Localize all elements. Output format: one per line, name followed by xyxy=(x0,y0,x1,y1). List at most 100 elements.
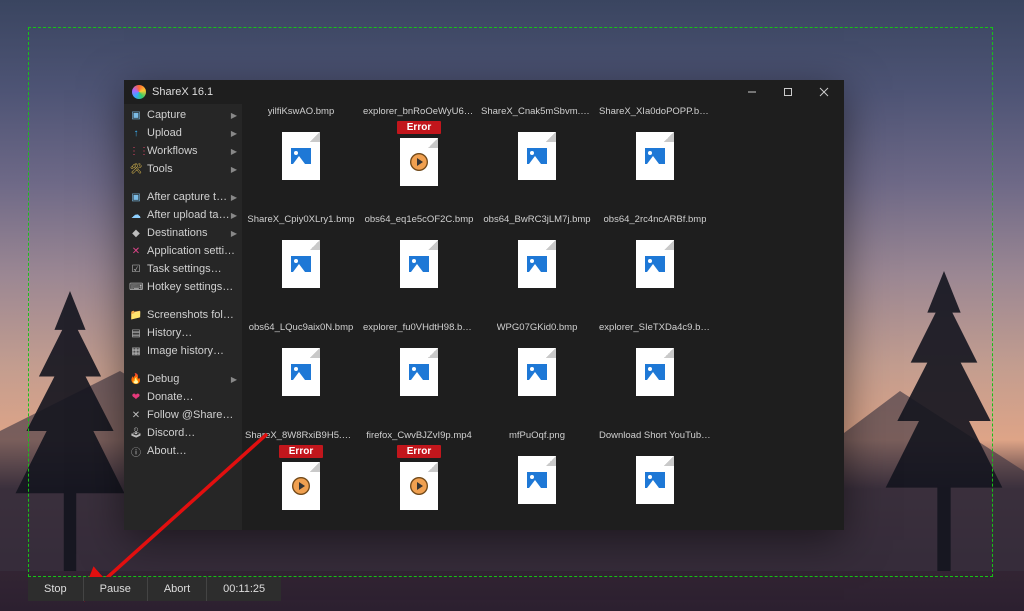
gallery-item[interactable]: WPG07GKid0.bmp xyxy=(478,320,596,428)
sidebar-item[interactable]: ▣Capture▶ xyxy=(124,106,242,124)
menu-label: Screenshots folder… xyxy=(147,309,237,321)
menu-label: Application settings… xyxy=(147,245,237,257)
submenu-arrow-icon: ▶ xyxy=(231,229,237,238)
file-name: ShareX_Cpiy0XLry1.bmp xyxy=(247,212,354,228)
image-file-icon xyxy=(636,456,674,504)
menu-icon: ▦ xyxy=(129,346,143,357)
image-file-icon xyxy=(400,240,438,288)
gallery-item[interactable]: mfPuOqf.png xyxy=(478,428,596,530)
sidebar-item[interactable]: ⓘ About… xyxy=(124,442,242,460)
gallery-item[interactable]: obs64_BwRC3jLM7j.bmp xyxy=(478,212,596,320)
menu-icon: ☑ xyxy=(129,264,143,275)
image-file-icon xyxy=(282,348,320,396)
image-file-icon xyxy=(636,132,674,180)
sidebar-item[interactable]: 🕹 Discord… xyxy=(124,424,242,442)
menu-label: History… xyxy=(147,327,237,339)
gallery-item[interactable]: Download Short YouTube … xyxy=(596,428,714,530)
stop-button[interactable]: Stop xyxy=(28,577,84,601)
sidebar: ▣Capture▶↑Upload▶⋮⋮Workflows▶🛠Tools▶ ▣ Aft… xyxy=(124,104,242,530)
menu-icon: ▣ xyxy=(129,110,143,121)
menu-icon: ↑ xyxy=(129,128,143,139)
image-file-icon xyxy=(518,348,556,396)
gallery-item[interactable]: ShareX_8W8RxiB9H5.mp4Error xyxy=(242,428,360,530)
menu-label: Hotkey settings… xyxy=(147,281,237,293)
error-badge: Error xyxy=(279,445,323,458)
menu-icon: ✕ xyxy=(129,410,143,421)
gallery-item[interactable]: explorer_fu0VHdtH98.bmp xyxy=(360,320,478,428)
recording-timer: 00:11:25 xyxy=(207,577,281,601)
menu-icon: ⋮⋮ xyxy=(129,146,143,157)
sidebar-item[interactable]: ◆ Destinations▶ xyxy=(124,224,242,242)
menu-icon: 🕹 xyxy=(129,428,143,439)
submenu-arrow-icon: ▶ xyxy=(231,193,237,202)
sidebar-item[interactable]: ▤ History… xyxy=(124,324,242,342)
gallery-item[interactable]: explorer_bnRoOeWyU6.mp4Error xyxy=(360,104,478,212)
close-button[interactable] xyxy=(806,80,842,104)
recording-control-bar: Stop Pause Abort 00:11:25 xyxy=(28,577,281,601)
menu-label: Discord… xyxy=(147,427,237,439)
sharex-window: ShareX 16.1 ▣Capture▶↑Upload▶⋮⋮Workflows… xyxy=(124,80,844,530)
file-name: explorer_SIeTXDa4c9.bmp xyxy=(599,320,711,336)
sidebar-item[interactable]: ⋮⋮Workflows▶ xyxy=(124,142,242,160)
sidebar-item[interactable]: ▣ After capture tasks▶ xyxy=(124,188,242,206)
menu-label: Task settings… xyxy=(147,263,237,275)
error-badge: Error xyxy=(397,445,441,458)
gallery-item[interactable]: obs64_2rc4ncARBf.bmp xyxy=(596,212,714,320)
menu-icon: ⓘ xyxy=(129,444,143,459)
menu-label: Tools xyxy=(147,163,231,175)
gallery-item[interactable]: obs64_eq1e5cOF2C.bmp xyxy=(360,212,478,320)
sidebar-item[interactable]: 📁 Screenshots folder… xyxy=(124,306,242,324)
gallery-item[interactable]: obs64_LQuc9aix0N.bmp xyxy=(242,320,360,428)
image-file-icon xyxy=(518,132,556,180)
menu-icon: ❤ xyxy=(129,392,143,403)
image-file-icon xyxy=(636,240,674,288)
minimize-button[interactable] xyxy=(734,80,770,104)
menu-icon: ▣ xyxy=(129,192,143,203)
gallery-item[interactable]: ShareX_Cpiy0XLry1.bmp xyxy=(242,212,360,320)
sidebar-item[interactable]: 🛠Tools▶ xyxy=(124,160,242,178)
video-file-icon xyxy=(400,138,438,186)
sidebar-item[interactable]: ☑ Task settings… xyxy=(124,260,242,278)
menu-icon: 📁 xyxy=(129,310,143,321)
sidebar-item[interactable]: ↑Upload▶ xyxy=(124,124,242,142)
menu-icon: ⌨ xyxy=(129,282,143,293)
window-title: ShareX 16.1 xyxy=(152,86,213,98)
abort-button[interactable]: Abort xyxy=(148,577,207,601)
file-name: obs64_2rc4ncARBf.bmp xyxy=(604,212,707,228)
menu-label: Donate… xyxy=(147,391,237,403)
menu-label: Image history… xyxy=(147,345,237,357)
gallery: yilfiKswAO.bmpexplorer_bnRoOeWyU6.mp4Err… xyxy=(242,104,844,530)
menu-label: About… xyxy=(147,445,237,457)
menu-label: Follow @ShareX… xyxy=(147,409,237,421)
image-file-icon xyxy=(636,348,674,396)
sidebar-item[interactable]: ❤ Donate… xyxy=(124,388,242,406)
gallery-item[interactable]: yilfiKswAO.bmp xyxy=(242,104,360,212)
menu-label: After capture tasks xyxy=(147,191,231,203)
file-name: obs64_eq1e5cOF2C.bmp xyxy=(365,212,474,228)
submenu-arrow-icon: ▶ xyxy=(231,375,237,384)
menu-icon: 🔥 xyxy=(129,374,143,385)
menu-icon: ◆ xyxy=(129,228,143,239)
sidebar-item[interactable]: ✕Application settings… xyxy=(124,242,242,260)
maximize-button[interactable] xyxy=(770,80,806,104)
pause-button[interactable]: Pause xyxy=(84,577,148,601)
error-badge: Error xyxy=(397,121,441,134)
submenu-arrow-icon: ▶ xyxy=(231,147,237,156)
gallery-item[interactable]: ShareX_Cnak5mSbvm.bmp xyxy=(478,104,596,212)
sidebar-item[interactable]: ⌨ Hotkey settings… xyxy=(124,278,242,296)
sidebar-item[interactable]: ✕ Follow @ShareX… xyxy=(124,406,242,424)
menu-label: Destinations xyxy=(147,227,231,239)
menu-icon: ▤ xyxy=(129,328,143,339)
sidebar-item[interactable]: ▦ Image history… xyxy=(124,342,242,360)
gallery-item[interactable]: explorer_SIeTXDa4c9.bmp xyxy=(596,320,714,428)
submenu-arrow-icon: ▶ xyxy=(231,111,237,120)
gallery-item[interactable]: ShareX_XIa0doPOPP.bmp xyxy=(596,104,714,212)
gallery-item[interactable]: firefox_CwvBJZvI9p.mp4Error xyxy=(360,428,478,530)
file-name: ShareX_XIa0doPOPP.bmp xyxy=(599,104,711,120)
sidebar-item[interactable]: 🔥 Debug▶ xyxy=(124,370,242,388)
menu-label: Debug xyxy=(147,373,231,385)
image-file-icon xyxy=(282,240,320,288)
titlebar[interactable]: ShareX 16.1 xyxy=(124,80,844,104)
submenu-arrow-icon: ▶ xyxy=(231,129,237,138)
sidebar-item[interactable]: ☁After upload tasks▶ xyxy=(124,206,242,224)
